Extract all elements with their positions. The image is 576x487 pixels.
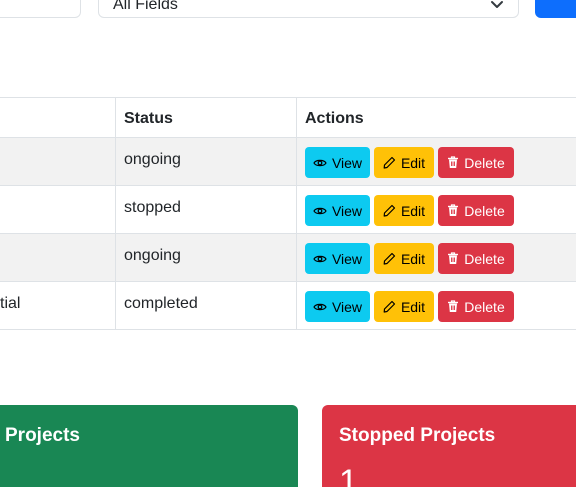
- view-label: View: [331, 202, 363, 219]
- pencil-icon: [383, 300, 396, 313]
- delete-label: Delete: [464, 202, 505, 219]
- edit-label: Edit: [400, 250, 426, 267]
- delete-button[interactable]: Delete: [438, 195, 514, 226]
- edit-button[interactable]: Edit: [374, 291, 434, 322]
- field-select[interactable]: All Fields: [98, 0, 519, 18]
- pencil-icon: [383, 252, 396, 265]
- trash-icon: [448, 300, 459, 312]
- view-button[interactable]: View: [305, 147, 370, 178]
- edit-label: Edit: [400, 202, 426, 219]
- header-actions: Actions: [305, 110, 364, 127]
- pencil-icon: [383, 156, 396, 169]
- view-label: View: [331, 250, 363, 267]
- row-status: stopped: [124, 199, 181, 216]
- eye-icon: [313, 159, 327, 166]
- view-label: View: [331, 154, 363, 171]
- delete-label: Delete: [464, 154, 505, 171]
- pencil-icon: [383, 204, 396, 217]
- eye-icon: [313, 207, 327, 214]
- table-row: ongoing View Edit Delete: [0, 138, 576, 186]
- edit-button[interactable]: Edit: [374, 243, 434, 274]
- table-row: ongoing View Edit Delete: [0, 234, 576, 282]
- column-divider: [296, 97, 297, 330]
- row-status: ongoing: [124, 247, 181, 264]
- delete-button[interactable]: Delete: [438, 243, 514, 274]
- stopped-projects-card: Stopped Projects 1: [322, 405, 576, 487]
- view-button[interactable]: View: [305, 243, 370, 274]
- completed-projects-card: Projects: [0, 405, 298, 487]
- field-select-value: All Fields: [113, 0, 178, 13]
- delete-button[interactable]: Delete: [438, 291, 514, 322]
- trash-icon: [448, 252, 459, 264]
- page: All Fields Status Actions ongoing View E…: [0, 0, 576, 487]
- delete-label: Delete: [464, 298, 505, 315]
- view-label: View: [331, 298, 363, 315]
- eye-icon: [313, 255, 327, 262]
- table-header: Status Actions: [0, 97, 576, 138]
- card-title: Projects: [5, 425, 80, 446]
- eye-icon: [313, 303, 327, 310]
- delete-button[interactable]: Delete: [438, 147, 514, 178]
- view-button[interactable]: View: [305, 195, 370, 226]
- search-input[interactable]: [0, 0, 81, 18]
- card-title: Stopped Projects: [339, 425, 496, 446]
- row-name: tial: [0, 295, 21, 312]
- edit-button[interactable]: Edit: [374, 195, 434, 226]
- column-divider: [115, 97, 116, 330]
- row-status: completed: [124, 295, 198, 312]
- chevron-down-icon: [491, 1, 503, 8]
- search-button[interactable]: [535, 0, 576, 18]
- trash-icon: [448, 204, 459, 216]
- edit-label: Edit: [400, 298, 426, 315]
- edit-button[interactable]: Edit: [374, 147, 434, 178]
- trash-icon: [448, 156, 459, 168]
- delete-label: Delete: [464, 250, 505, 267]
- header-status: Status: [124, 110, 173, 127]
- row-status: ongoing: [124, 151, 181, 168]
- edit-label: Edit: [400, 154, 426, 171]
- table-row: tial completed View Edit Delete: [0, 282, 576, 330]
- table-row: stopped View Edit Delete: [0, 186, 576, 234]
- card-count: 1: [339, 463, 358, 487]
- view-button[interactable]: View: [305, 291, 370, 322]
